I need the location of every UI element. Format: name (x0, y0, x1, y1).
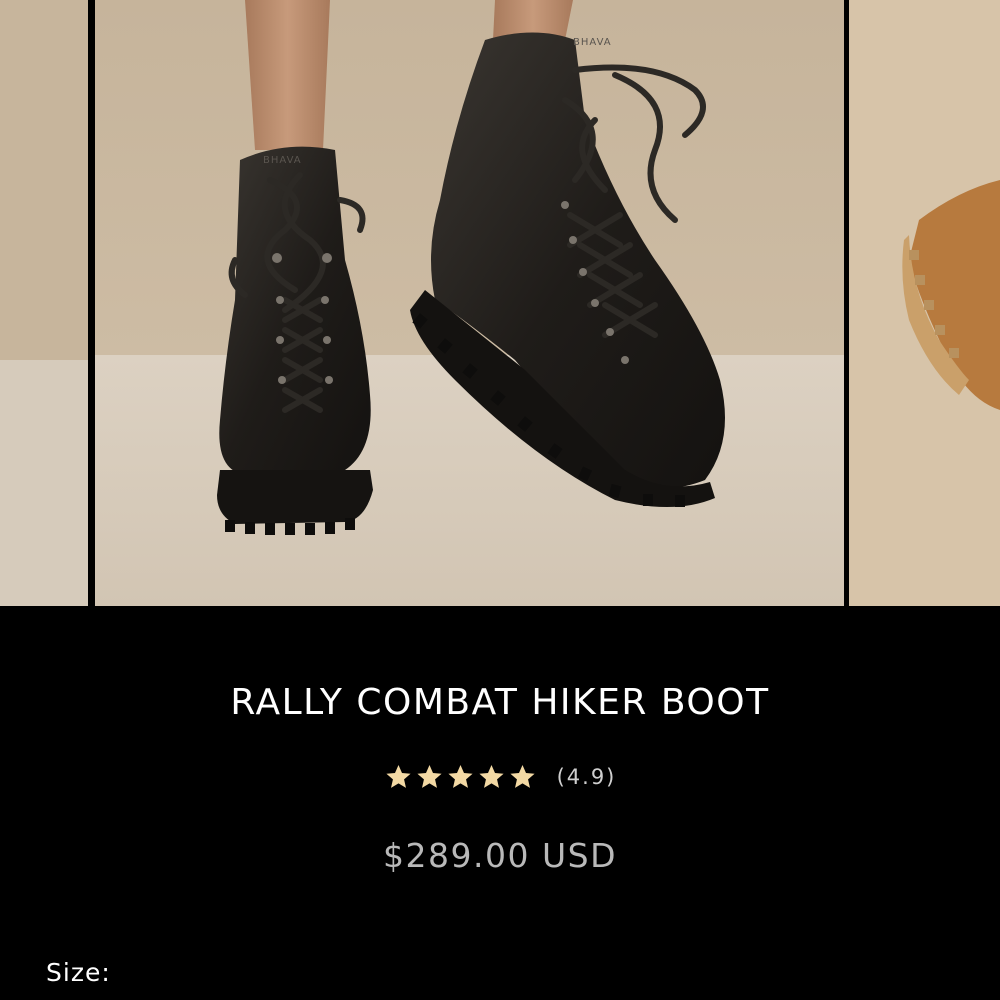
rating-value: (4.9) (556, 764, 617, 789)
tan-boot-photo-partial-icon (849, 0, 1000, 606)
star-icon (479, 765, 504, 788)
size-label: Size: (46, 958, 111, 987)
product-price: $289.00 USD (383, 836, 617, 875)
product-image-gallery[interactable]: BHAVA BHAVA (0, 0, 1000, 606)
star-icon (510, 765, 535, 788)
brand-stamp-left: BHAVA (263, 155, 302, 166)
gallery-slide-main[interactable]: BHAVA BHAVA (95, 0, 844, 606)
black-hiker-boots-photo-icon: BHAVA BHAVA (95, 0, 844, 606)
gallery-slide-previous[interactable] (0, 0, 88, 606)
gallery-slide-next[interactable] (849, 0, 1000, 606)
star-icon (417, 765, 442, 788)
product-rating[interactable]: (4.9) (0, 762, 1000, 791)
rating-stars (384, 762, 537, 791)
brand-stamp-right: BHAVA (573, 37, 612, 48)
boot-photo-partial-icon (0, 0, 88, 606)
star-icon (448, 765, 473, 788)
star-icon (386, 765, 411, 788)
product-page: BHAVA BHAVA RALLY COMBAT HIKER BOOT (4.9… (0, 0, 1000, 1000)
product-title: RALLY COMBAT HIKER BOOT (230, 682, 770, 723)
